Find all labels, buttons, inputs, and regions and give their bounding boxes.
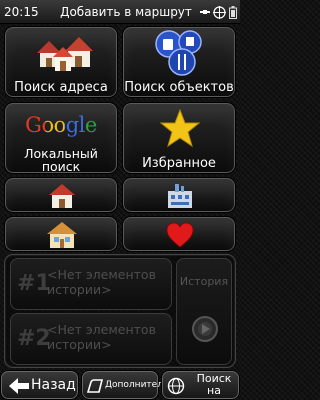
status-icons — [200, 0, 237, 24]
local-search-label: Локальный поиск — [24, 146, 98, 174]
status-bar: 20:15 Добавить в маршрут — [0, 0, 240, 24]
poi-pins-icon — [155, 30, 202, 76]
house-icon — [47, 222, 77, 248]
work-button[interactable] — [122, 177, 236, 213]
favorites-label: Избранное — [142, 156, 216, 171]
history-text: <Нет элементов истории> — [47, 322, 156, 352]
address-search-label: Поиск адреса — [14, 80, 108, 95]
battery-icon — [229, 5, 237, 19]
history-number: #2 — [17, 326, 51, 351]
home-button[interactable] — [4, 177, 118, 213]
map-search-button[interactable]: Поиск на карте — [161, 370, 240, 400]
history-number: #1 — [17, 271, 51, 296]
status-time: 20:15 — [4, 5, 39, 19]
address-search-button[interactable]: Поиск адреса — [4, 26, 118, 98]
more-button[interactable]: Дополнител... — [81, 370, 172, 400]
gps-compass-icon — [213, 5, 226, 19]
favorites-button[interactable]: Избранное — [122, 102, 236, 174]
poi-search-label: Поиск объектов — [124, 80, 234, 95]
history-item-1: #1 <Нет элементов истории> — [10, 258, 172, 310]
screen-title: Добавить в маршрут — [60, 5, 192, 19]
satellite-icon — [200, 10, 210, 14]
history-text: <Нет элементов истории> — [47, 267, 156, 297]
houses-icon — [37, 37, 93, 71]
local-search-button[interactable]: Google Локальный поиск — [4, 102, 118, 174]
star-icon — [160, 109, 200, 147]
back-label: Назад — [31, 377, 76, 393]
globe-search-icon — [167, 377, 185, 395]
back-button[interactable]: Назад — [0, 370, 79, 400]
map-search-label: Поиск на карте — [196, 372, 232, 400]
saved-place-button[interactable] — [4, 216, 118, 252]
history-label: История — [179, 275, 229, 288]
heart-button[interactable] — [122, 216, 236, 252]
history-item-2: #2 <Нет элементов истории> — [10, 313, 172, 365]
home-icon — [49, 184, 75, 208]
office-building-icon — [168, 184, 192, 208]
back-arrow-icon — [9, 378, 29, 394]
scroll-knob-icon — [192, 316, 218, 342]
poi-search-button[interactable]: Поиск объектов — [122, 26, 236, 98]
history-side-panel: История — [176, 258, 232, 365]
heart-icon — [166, 222, 194, 248]
more-tab-icon — [87, 379, 103, 393]
google-logo: Google — [5, 113, 117, 137]
